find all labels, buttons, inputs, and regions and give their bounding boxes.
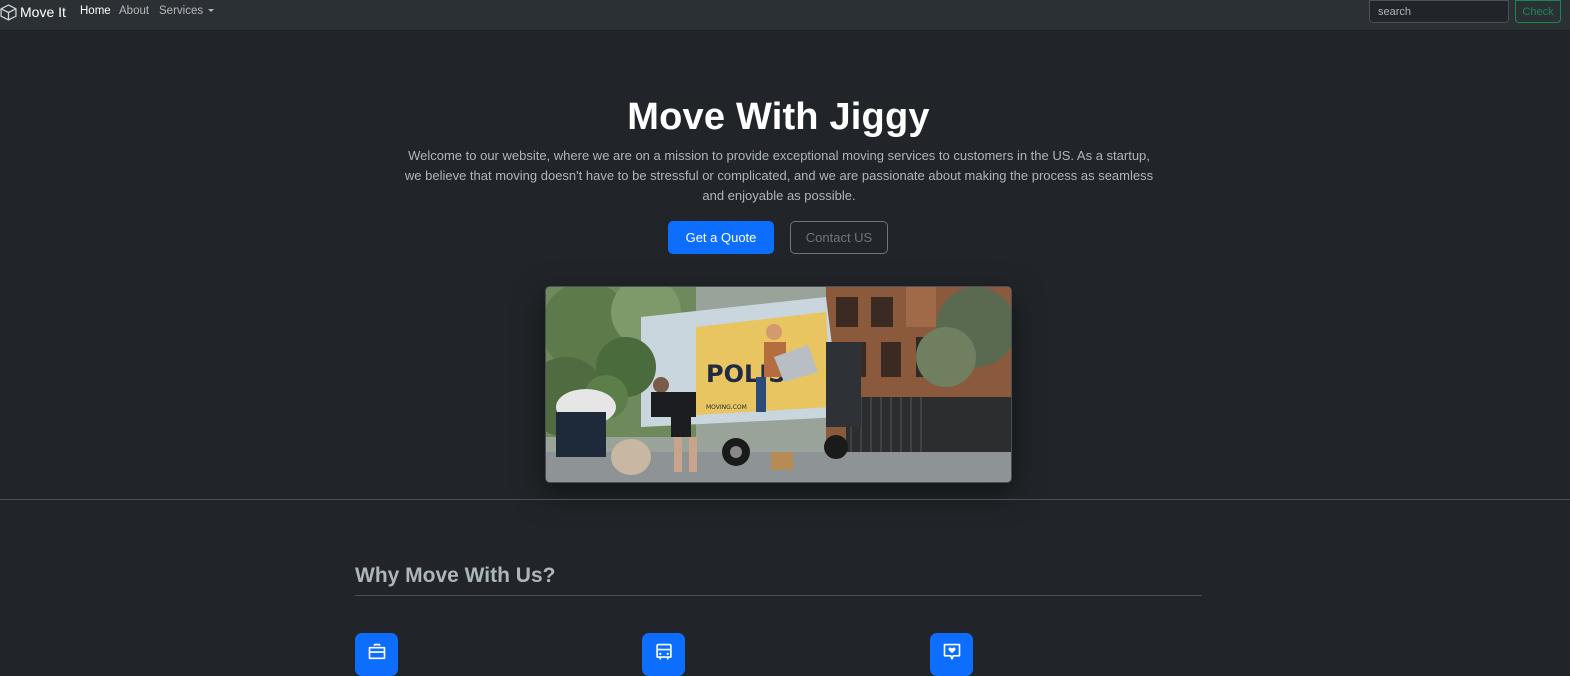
- feature-card-1: [355, 633, 398, 676]
- box-icon: [0, 3, 17, 21]
- section-divider: [0, 499, 1570, 500]
- truck-url-text: MOVING.COM: [706, 404, 747, 411]
- feature-card-3: [930, 633, 973, 676]
- search-input[interactable]: [1369, 0, 1509, 23]
- check-button[interactable]: Check: [1515, 0, 1561, 23]
- navbar: Move It Home About Services Check: [0, 0, 1570, 31]
- nav-about[interactable]: About: [119, 4, 149, 19]
- brand-link[interactable]: Move It: [0, 2, 66, 22]
- contact-us-button[interactable]: Contact US: [790, 221, 888, 254]
- feature-card-2: [642, 633, 685, 676]
- features-rule: [355, 595, 1202, 596]
- bus-icon: [655, 643, 672, 660]
- nav-home[interactable]: Home: [80, 4, 111, 19]
- hero-description: Welcome to our website, where we are on …: [404, 148, 1154, 203]
- hero-title: Move With Jiggy: [627, 96, 930, 138]
- caret-down-icon: [208, 9, 215, 12]
- hero-image: POLIS MOVING.COM: [545, 286, 1012, 483]
- brand-name: Move It: [20, 4, 66, 20]
- features-title: Why Move With Us?: [355, 564, 556, 587]
- nav-services-dropdown[interactable]: Services: [159, 4, 215, 19]
- briefcase-icon: [368, 643, 385, 660]
- chat-heart-icon: [943, 643, 960, 660]
- get-quote-button[interactable]: Get a Quote: [668, 221, 774, 254]
- nav-services-label: Services: [159, 5, 204, 17]
